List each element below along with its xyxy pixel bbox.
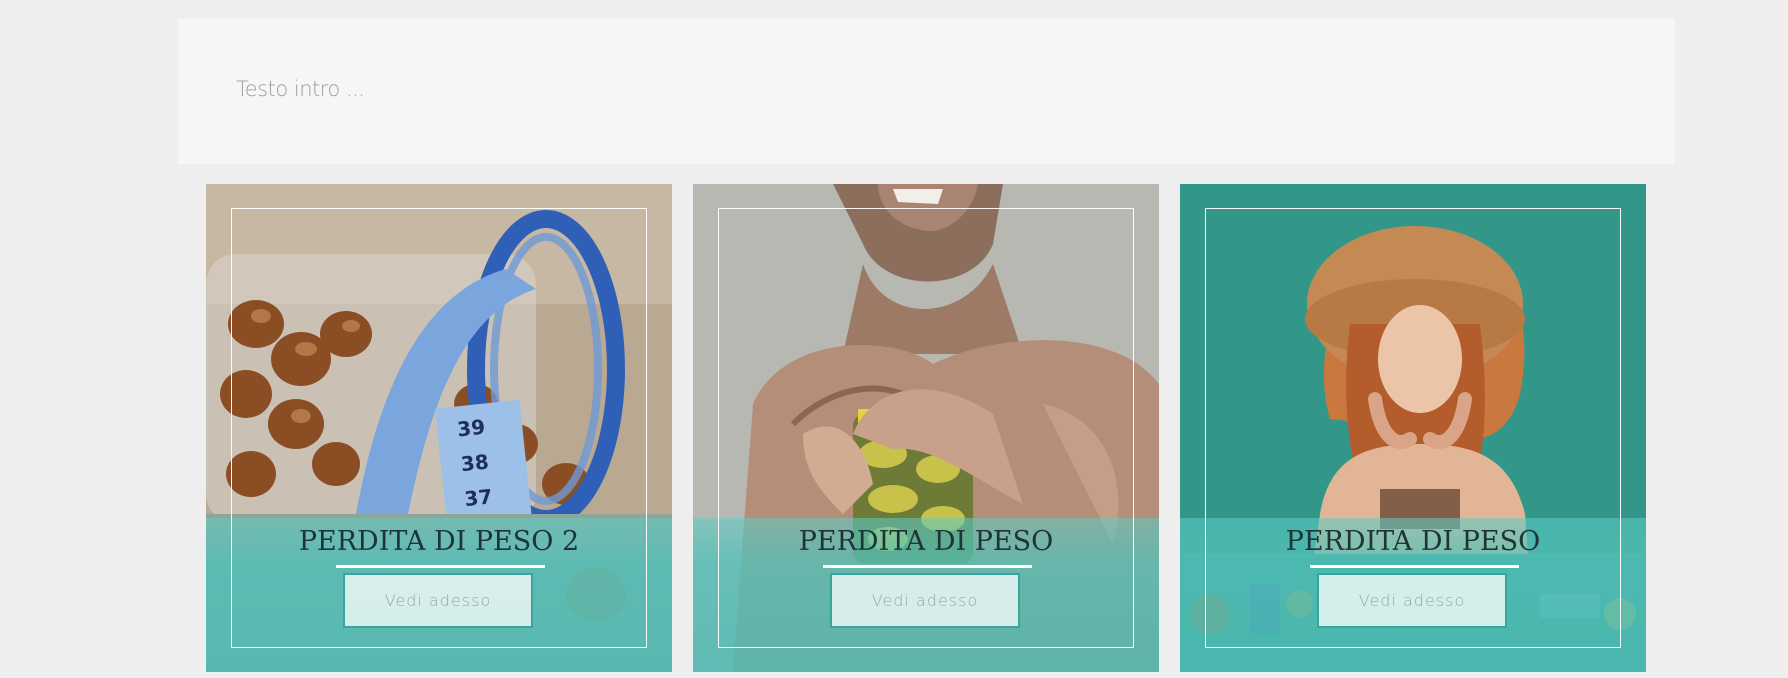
title-underline: [823, 565, 1032, 568]
intro-text: Testo intro ...: [236, 77, 365, 101]
product-card-2[interactable]: PERDITA DI PESO Vedi adesso: [693, 184, 1159, 672]
product-card-3[interactable]: PERDITA DI PESO Vedi adesso: [1180, 184, 1646, 672]
product-card-1[interactable]: 39 38 37 PERDITA DI PESO 2 Vedi adesso: [206, 184, 672, 672]
view-now-button[interactable]: Vedi adesso: [1317, 573, 1507, 628]
view-now-button[interactable]: Vedi adesso: [343, 573, 533, 628]
title-underline: [1310, 565, 1519, 568]
card-title: PERDITA DI PESO 2: [298, 526, 580, 557]
view-now-button[interactable]: Vedi adesso: [830, 573, 1020, 628]
intro-panel: Testo intro ...: [178, 19, 1675, 164]
card-title: PERDITA DI PESO: [1285, 526, 1541, 557]
title-underline: [336, 565, 545, 568]
card-title: PERDITA DI PESO: [798, 526, 1054, 557]
